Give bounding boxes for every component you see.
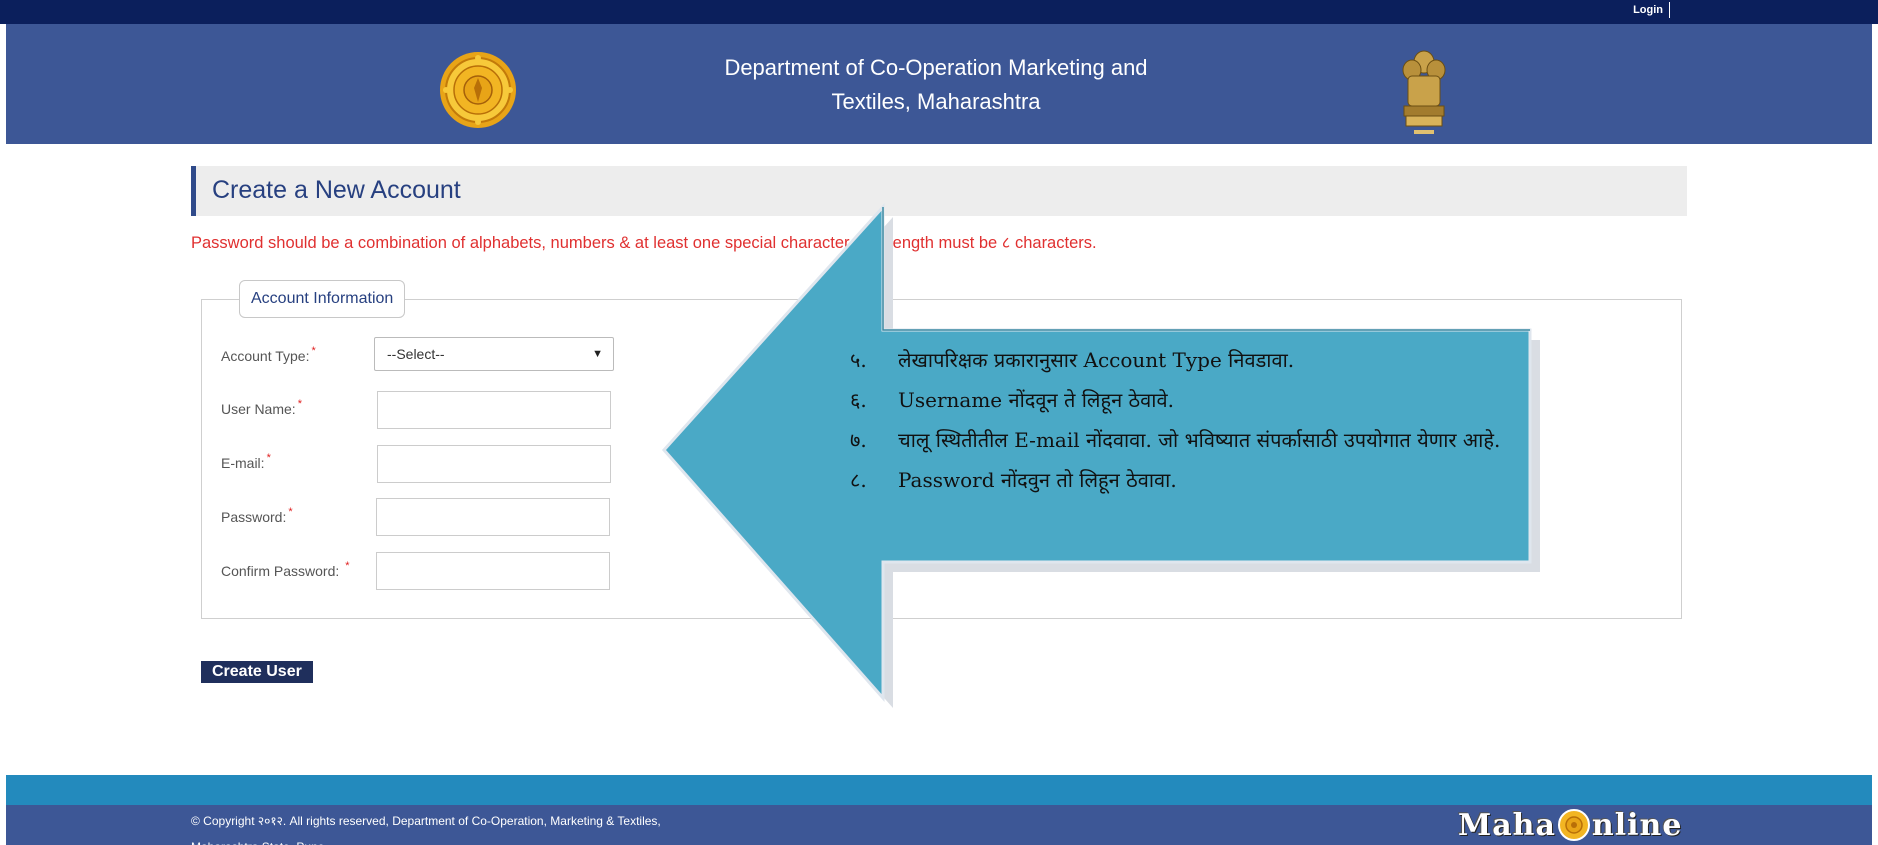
footer-copyright: © Copyright २०१२. All rights reserved, D…: [191, 808, 661, 845]
password-rule-note: Password should be a combination of alph…: [191, 234, 1097, 252]
user-name-label-text: User Name:: [221, 401, 296, 417]
callout-item: ६. Username नोंदवून ते लिहून ठेवावे.: [850, 380, 1550, 420]
footer-copyright-line1: © Copyright २०१२. All rights reserved, D…: [191, 814, 661, 828]
footer-copyright-line2: Maharashtra State, Pune: [191, 834, 661, 845]
logo-text-nline: nline: [1591, 807, 1683, 843]
fieldset-legend: Account Information: [239, 280, 406, 318]
header-title-line2: Textiles, Maharashtra: [831, 89, 1041, 114]
user-name-label: User Name: *: [221, 398, 302, 417]
logo-text-maha: Maha: [1458, 807, 1556, 843]
confirm-password-label-text: Confirm Password:: [221, 563, 340, 579]
callout-item-number: ७.: [850, 428, 867, 452]
confirm-password-label: Confirm Password: *: [221, 560, 350, 579]
footer-stripe: [6, 775, 1872, 805]
national-emblem-icon: [1402, 50, 1446, 134]
create-user-button[interactable]: Create User: [201, 661, 313, 683]
callout-item: ७. चालू स्थितीतील E-mail नोंदवावा. जो भव…: [850, 420, 1550, 460]
confirm-password-input[interactable]: [376, 552, 610, 590]
mahaonline-o-icon: [1557, 809, 1590, 841]
callout-instructions: ५. लेखापरिक्षक प्रकारानुसार Account Type…: [850, 340, 1550, 500]
maharashtra-seal-icon: [440, 52, 516, 128]
callout-item-text: Password नोंदवुन तो लिहून ठेवावा.: [898, 468, 1177, 492]
account-type-select[interactable]: --Select-- ▼: [374, 337, 614, 371]
account-type-label-text: Account Type:: [221, 348, 310, 364]
password-label: Password: *: [221, 506, 293, 525]
required-mark: *: [297, 398, 302, 410]
account-type-selected: --Select--: [387, 346, 445, 362]
email-input[interactable]: [377, 445, 611, 483]
password-input[interactable]: [376, 498, 610, 536]
header-title-line1: Department of Co-Operation Marketing and: [724, 55, 1148, 80]
password-label-text: Password:: [221, 509, 287, 525]
email-label-text: E-mail:: [221, 455, 265, 471]
required-mark: *: [311, 345, 316, 357]
header-title: Department of Co-Operation Marketing and…: [666, 51, 1206, 119]
callout-item-number: ६.: [850, 388, 867, 412]
required-mark: *: [288, 506, 293, 518]
email-label: E-mail: *: [221, 452, 271, 471]
callout-item-text: Username नोंदवून ते लिहून ठेवावे.: [898, 388, 1174, 412]
callout-item-number: ८.: [850, 468, 867, 492]
chevron-down-icon: ▼: [592, 348, 603, 360]
mahaonline-logo[interactable]: Maha nline: [1458, 806, 1682, 844]
page-title-bar: Create a New Account: [191, 166, 1687, 216]
callout-item: ८. Password नोंदवुन तो लिहून ठेवावा.: [850, 460, 1550, 500]
login-link[interactable]: Login: [1633, 2, 1670, 18]
required-mark: *: [266, 452, 271, 464]
callout-item-text: लेखापरिक्षक प्रकारानुसार Account Type नि…: [898, 348, 1295, 372]
required-mark: *: [345, 560, 350, 572]
top-bar: Login: [0, 0, 1878, 24]
user-name-input[interactable]: [377, 391, 611, 429]
callout-item-number: ५.: [850, 348, 867, 372]
site-header: Department of Co-Operation Marketing and…: [6, 24, 1872, 144]
page-title: Create a New Account: [212, 176, 461, 204]
callout-item: ५. लेखापरिक्षक प्रकारानुसार Account Type…: [850, 340, 1550, 380]
account-type-label: Account Type: *: [221, 345, 316, 364]
callout-item-text: चालू स्थितीतील E-mail नोंदवावा. जो भविष्…: [898, 428, 1501, 452]
